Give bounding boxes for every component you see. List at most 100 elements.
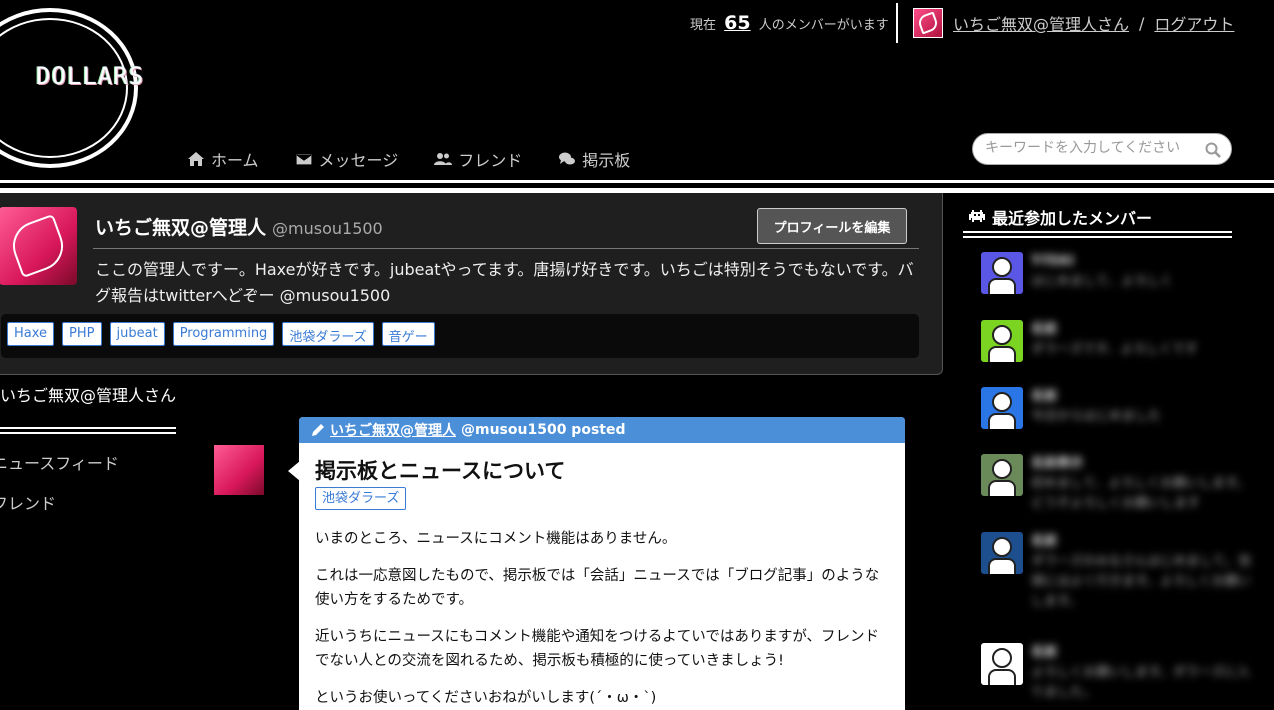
member-avatar[interactable]: [981, 387, 1023, 429]
member-avatar[interactable]: [981, 252, 1023, 294]
member-text: 名前 今日からはじめました: [1031, 387, 1251, 429]
recent-members-heading: 最近参加したメンバー: [968, 205, 1152, 229]
left-menu-newsfeed[interactable]: ニュースフィード: [0, 450, 119, 474]
member-avatar-head: [992, 459, 1012, 479]
logout-link[interactable]: ログアウト: [1154, 11, 1234, 35]
member-avatar-head: [992, 257, 1012, 277]
left-menu-title: いちご無双@管理人さん: [0, 386, 177, 405]
member-avatar-body: [988, 413, 1016, 429]
tag-ikebukuro-dollars[interactable]: 池袋ダラーズ: [282, 322, 374, 346]
member-avatar-body: [988, 480, 1016, 496]
member-desc: はじめまして、よろしく: [1031, 274, 1173, 289]
post-paragraph: というお使いってくださいおねがいします(´・ω・`): [315, 690, 657, 706]
member-text: 名前 ダラーズです、よろしくです: [1031, 320, 1251, 362]
member-desc: 今日からはじめました: [1031, 409, 1162, 424]
post-author-meta: @musou1500 posted: [461, 422, 626, 438]
member-avatar-body: [988, 669, 1016, 685]
member-avatar[interactable]: [981, 454, 1023, 496]
member-name: T-TEKI: [1031, 254, 1075, 269]
member-name: 名前表示: [1031, 456, 1084, 471]
recent-members-rule: [963, 231, 1232, 233]
profile-name-line: いちご無双@管理人 @musou1500: [95, 213, 383, 240]
left-menu-rule: [0, 427, 176, 429]
profile-name: いちご無双@管理人: [95, 217, 267, 239]
recent-member-item[interactable]: 名前よろしくお願いします。ダラーズに入りました。: [981, 643, 1251, 703]
member-avatar-body: [988, 346, 1016, 362]
profile-panel: いちご無双@管理人 @musou1500 プロフィールを編集 ここの管理人ですー。…: [0, 193, 943, 375]
post-paragraph: これは一応意図したもので、掲示板では「会話」ニュースでは「ブログ記事」のような使…: [315, 568, 880, 608]
user-name-link[interactable]: いちご無双@管理人さん: [953, 11, 1129, 35]
nav-friends-label: フレンド: [458, 151, 523, 170]
nav-home[interactable]: ホーム: [187, 147, 259, 171]
recent-member-item[interactable]: 名前 ダラーズのみなさんはじめまして。池袋にはよく行きます。よろしくお願いします。: [981, 532, 1251, 612]
profile-handle: @musou1500: [272, 219, 383, 238]
member-avatar-head: [992, 392, 1012, 412]
member-avatar-body: [988, 278, 1016, 294]
member-avatar[interactable]: [981, 320, 1023, 362]
profile-avatar[interactable]: [0, 207, 77, 285]
post-paragraph: いまのところ、ニュースにコメント機能はありません。: [315, 531, 677, 547]
post-author-avatar[interactable]: [214, 445, 264, 495]
member-avatar[interactable]: [981, 532, 1023, 574]
post-tags: 池袋ダラーズ: [315, 487, 407, 510]
tag-php[interactable]: PHP: [62, 322, 102, 346]
left-menu-rule: [0, 432, 176, 434]
nav-home-label: ホーム: [211, 151, 259, 170]
tag-jubeat[interactable]: jubeat: [109, 322, 165, 346]
search-input[interactable]: [985, 140, 1195, 156]
users-icon: [434, 153, 453, 165]
member-count-number[interactable]: 65: [724, 12, 750, 34]
member-desc: よろしくお願いします。ダラーズに入りました。: [1031, 665, 1251, 700]
member-avatar-head: [992, 325, 1012, 345]
user-box: いちご無双@管理人さん / ログアウト: [913, 8, 1234, 38]
member-count-suffix: 人のメンバーがいます: [758, 18, 889, 33]
comments-icon: [559, 152, 576, 165]
recent-member-item[interactable]: 名前表示初めまして、よろしくお願いします。どうぞよろしくお願いします: [981, 454, 1251, 514]
post-author-link[interactable]: いちご無双@管理人: [330, 420, 456, 440]
nav-friends[interactable]: フレンド: [434, 147, 522, 171]
tag-programming[interactable]: Programming: [172, 322, 275, 346]
member-text: 名前 ダラーズのみなさんはじめまして。池袋にはよく行きます。よろしくお願いします。: [1031, 532, 1251, 612]
header-rule-top: [0, 180, 1274, 183]
search-icon[interactable]: [1205, 142, 1221, 158]
recent-member-item[interactable]: 名前 ダラーズです、よろしくです: [981, 320, 1251, 362]
member-avatar-head: [992, 648, 1012, 668]
mail-icon: [294, 153, 313, 166]
member-name: 名前: [1031, 645, 1058, 660]
member-text: T-TEKI はじめまして、よろしく: [1031, 252, 1251, 294]
tag-rhythm-game[interactable]: 音ゲー: [381, 322, 435, 346]
nav-messages[interactable]: メッセージ: [294, 147, 399, 171]
news-post: いちご無双@管理人 @musou1500 posted 掲示板とニュースについて…: [299, 417, 905, 710]
nav-messages-label: メッセージ: [318, 151, 399, 170]
profile-bio: ここの管理人ですー。Haxeが好きです。jubeatやってます。唐揚げ好きです。…: [95, 260, 914, 305]
header-divider: [896, 3, 898, 43]
user-avatar[interactable]: [913, 8, 943, 38]
post-title[interactable]: 掲示板とニュースについて: [315, 455, 565, 485]
tag-haxe[interactable]: Haxe: [7, 322, 55, 346]
main-nav: ホーム メッセージ フレンド 掲示板: [187, 147, 630, 171]
recent-member-item[interactable]: T-TEKI はじめまして、よろしく: [981, 252, 1251, 294]
member-count-prefix: 現在: [690, 18, 717, 33]
post-paragraph: 近いうちにニュースにもコメント機能や通知をつけるよていではありますが、フレンドで…: [315, 629, 880, 669]
member-text: 名前表示初めまして、よろしくお願いします。どうぞよろしくお願いします: [1031, 454, 1251, 514]
member-avatar[interactable]: [981, 643, 1023, 685]
member-count: 現在 65 人のメンバーがいます: [690, 12, 889, 34]
member-text: 名前よろしくお願いします。ダラーズに入りました。: [1031, 643, 1251, 703]
search-box: [972, 133, 1232, 165]
nav-board-label: 掲示板: [582, 151, 631, 170]
profile-tags: Haxe PHP jubeat Programming 池袋ダラーズ 音ゲー: [1, 314, 919, 358]
member-desc: ダラーズです、よろしくです: [1031, 342, 1198, 357]
profile-divider: [93, 248, 919, 249]
post-header: いちご無双@管理人 @musou1500 posted: [299, 417, 905, 443]
post-body: いまのところ、ニュースにコメント機能はありません。 これは一応意図したもので、掲…: [315, 527, 893, 710]
user-separator: /: [1139, 13, 1145, 33]
logo-text: DOLLARS: [36, 62, 145, 90]
nav-board[interactable]: 掲示板: [558, 147, 630, 171]
edit-profile-button[interactable]: プロフィールを編集: [757, 208, 907, 244]
recent-member-item[interactable]: 名前 今日からはじめました: [981, 387, 1251, 429]
left-menu-friends[interactable]: フレンド: [0, 490, 56, 514]
pencil-icon: [312, 424, 324, 436]
member-desc: 初めまして、よろしくお願いします。どうぞよろしくお願いします: [1031, 476, 1250, 511]
post-tag[interactable]: 池袋ダラーズ: [315, 487, 407, 510]
recent-members-rule: [963, 236, 1232, 238]
